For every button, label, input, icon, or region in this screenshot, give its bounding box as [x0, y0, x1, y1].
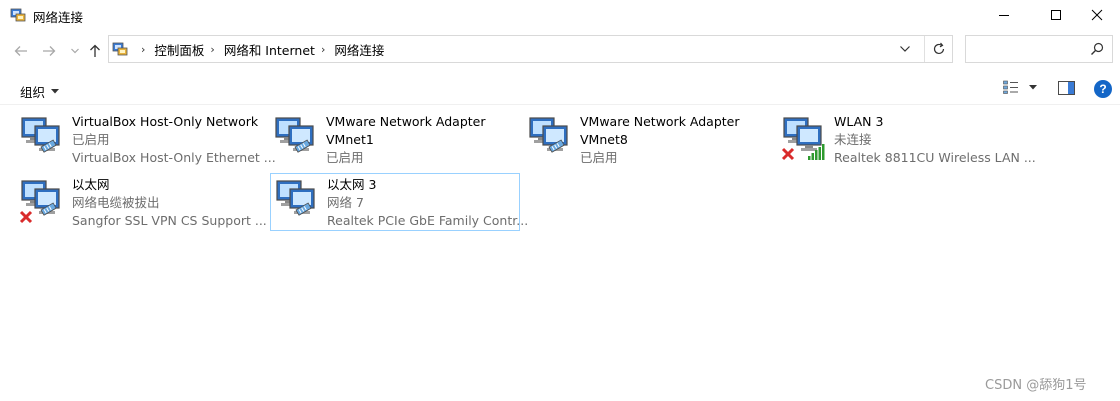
control-panel-icon — [112, 42, 128, 56]
preview-pane-icon — [1058, 81, 1075, 95]
caret-down-icon — [51, 89, 60, 94]
address-dropdown-button[interactable] — [895, 36, 915, 62]
network-adapter-icon — [21, 117, 60, 153]
item-text: 以太网 3 网络 7 Realtek PCIe GbE Family Contr… — [327, 176, 528, 230]
network-adapter-icon — [529, 117, 568, 153]
refresh-button[interactable] — [924, 36, 953, 62]
network-item-virtualbox[interactable]: VirtualBox Host-Only Network 已启用 Virtual… — [19, 113, 276, 169]
error-x-icon — [781, 147, 795, 161]
network-item-ethernet3[interactable]: 以太网 3 网络 7 Realtek PCIe GbE Family Contr… — [270, 173, 528, 231]
wireless-adapter-icon — [781, 117, 825, 161]
item-subname: VMnet1 — [326, 132, 374, 147]
back-button[interactable] — [12, 42, 30, 60]
network-item-wlan3[interactable]: WLAN 3 未连接 Realtek 8811CU Wireless LAN .… — [781, 113, 1036, 169]
chevron-right-icon[interactable]: › — [321, 43, 325, 56]
item-text: VirtualBox Host-Only Network 已启用 Virtual… — [72, 113, 276, 167]
item-status: 已启用 — [326, 150, 364, 165]
error-x-icon — [19, 210, 33, 224]
view-details-icon — [1003, 80, 1018, 94]
search-box[interactable] — [965, 35, 1113, 63]
preview-pane-button[interactable] — [1058, 81, 1075, 98]
arrow-up-icon — [90, 44, 100, 57]
window-title: 网络连接 — [33, 10, 84, 25]
change-view-button[interactable] — [1003, 80, 1037, 94]
network-item-vmnet8[interactable]: VMware Network Adapter VMnet8 已启用 — [527, 113, 777, 169]
item-status: 网络电缆被拔出 — [72, 195, 160, 210]
minimize-button[interactable] — [981, 0, 1027, 30]
item-device: Realtek 8811CU Wireless LAN ... — [834, 150, 1036, 165]
refresh-icon — [933, 42, 945, 55]
item-name: VMware Network Adapter — [580, 114, 740, 129]
network-item-ethernet[interactable]: 以太网 网络电缆被拔出 Sangfor SSL VPN CS Support .… — [19, 176, 269, 232]
chevron-right-icon[interactable]: › — [141, 43, 145, 56]
item-device: Sangfor SSL VPN CS Support ... — [72, 213, 267, 228]
close-icon — [1091, 9, 1103, 21]
up-button[interactable] — [86, 42, 104, 60]
item-subname: VMnet8 — [580, 132, 628, 147]
organize-menu-button[interactable]: 组织 — [20, 82, 60, 101]
arrow-right-icon — [43, 46, 56, 56]
chevron-right-icon[interactable]: › — [210, 43, 214, 56]
maximize-icon — [1051, 10, 1061, 20]
item-status: 已启用 — [580, 150, 618, 165]
minimize-icon — [999, 15, 1009, 16]
item-name: 以太网 3 — [327, 177, 377, 192]
breadcrumb-control-panel[interactable]: 控制面板 — [154, 40, 204, 59]
network-item-vmnet1[interactable]: VMware Network Adapter VMnet1 已启用 — [273, 113, 523, 169]
search-icon — [1091, 42, 1104, 55]
item-status: 未连接 — [834, 132, 872, 147]
item-name: VirtualBox Host-Only Network — [72, 114, 259, 129]
chevron-down-icon — [71, 48, 79, 54]
breadcrumb: › 控制面板 › 网络和 Internet › 网络连接 — [135, 36, 384, 62]
item-device: Realtek PCIe GbE Family Contr... — [327, 213, 529, 228]
address-bar[interactable]: › 控制面板 › 网络和 Internet › 网络连接 — [108, 35, 953, 63]
arrow-left-icon — [14, 46, 27, 56]
item-text: WLAN 3 未连接 Realtek 8811CU Wireless LAN .… — [834, 113, 1036, 167]
caret-down-icon[interactable] — [1029, 84, 1037, 90]
item-text: VMware Network Adapter VMnet1 已启用 — [326, 113, 486, 167]
item-text: VMware Network Adapter VMnet8 已启用 — [580, 113, 740, 167]
item-device: VirtualBox Host-Only Ethernet ... — [72, 150, 276, 165]
item-status: 已启用 — [72, 132, 110, 147]
breadcrumb-network-internet[interactable]: 网络和 Internet — [224, 40, 315, 59]
item-text: 以太网 网络电缆被拔出 Sangfor SSL VPN CS Support .… — [72, 176, 267, 230]
breadcrumb-network-connections[interactable]: 网络连接 — [334, 40, 384, 59]
item-name: 以太网 — [72, 177, 110, 192]
chevron-down-icon — [900, 46, 910, 52]
title-bar: 网络连接 — [0, 0, 1120, 30]
forward-button[interactable] — [40, 42, 58, 60]
command-bar: 组织 — [0, 74, 1120, 105]
item-status: 网络 7 — [327, 195, 364, 210]
network-adapter-icon — [19, 180, 60, 224]
network-adapter-icon — [276, 180, 315, 216]
recent-locations-button[interactable] — [66, 42, 84, 60]
network-connections-icon — [10, 8, 26, 22]
close-button[interactable] — [1074, 0, 1120, 30]
item-name: VMware Network Adapter — [326, 114, 486, 129]
maximize-button[interactable] — [1033, 0, 1079, 30]
item-name: WLAN 3 — [834, 114, 884, 129]
watermark-text: CSDN @舔狗1号 — [985, 378, 1087, 393]
network-adapter-icon — [275, 117, 314, 153]
organize-label: 组织 — [20, 85, 46, 100]
help-button[interactable]: ? — [1094, 80, 1112, 98]
